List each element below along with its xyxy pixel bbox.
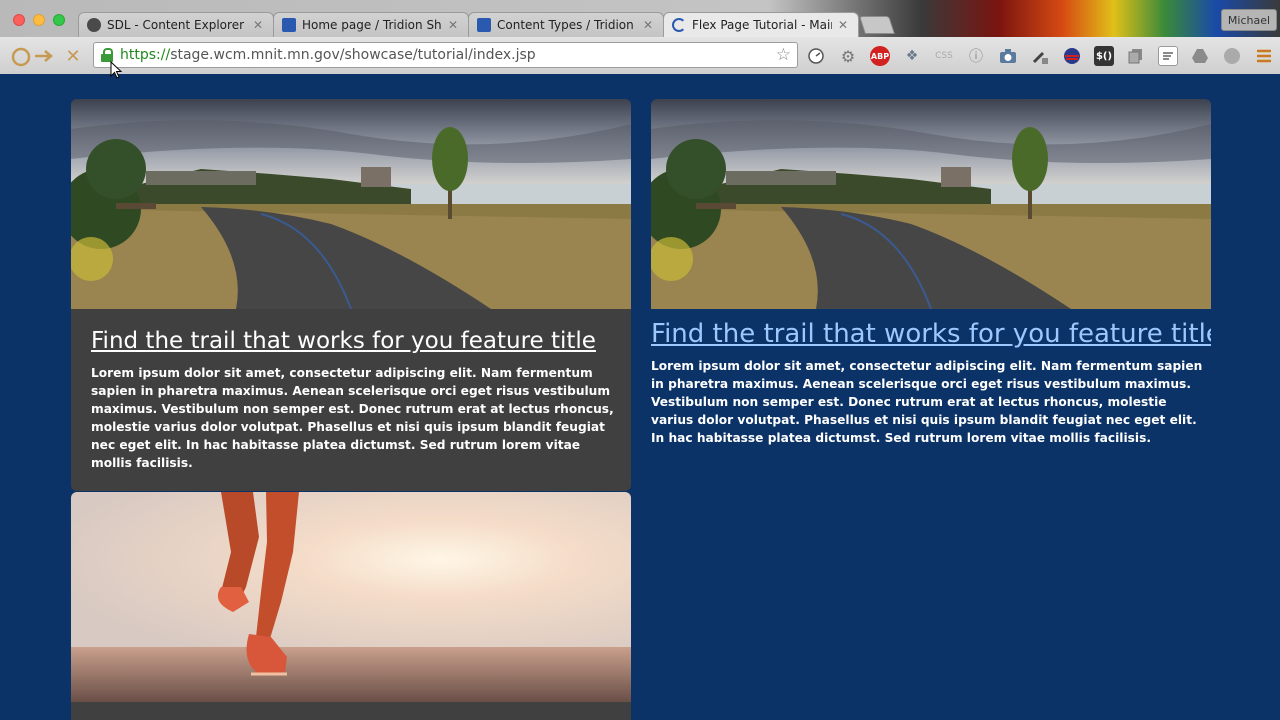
info-icon[interactable]: ⓘ: [966, 46, 986, 66]
adblock-plus-icon[interactable]: ABP: [870, 46, 890, 66]
copy-pages-icon[interactable]: [1126, 46, 1146, 66]
tab-label: SDL - Content Explorer: [107, 18, 245, 32]
feature-title-link[interactable]: Find the trail that works for you featur…: [91, 328, 621, 354]
lakeside-trail-image: [71, 99, 631, 309]
bookmark-star-icon[interactable]: ☆: [776, 45, 791, 65]
drive-icon[interactable]: [1190, 46, 1210, 66]
close-icon: ✕: [65, 45, 81, 67]
tab-flex-page-tutorial[interactable]: Flex Page Tutorial - Main / Tridion ✕: [663, 12, 859, 37]
feature-title-link[interactable]: Find the trail that works for you featur…: [651, 319, 1211, 349]
feature-card: Find the trail that works for you featur…: [71, 99, 631, 491]
loading-spinner-icon: [672, 18, 686, 32]
tab-sdl-content-explorer[interactable]: SDL - Content Explorer ✕: [78, 12, 274, 37]
feature-description: Lorem ipsum dolor sit amet, consectetur …: [651, 359, 1203, 445]
new-tab-button[interactable]: [859, 16, 895, 34]
close-tab-icon[interactable]: ✕: [446, 18, 460, 32]
close-tab-icon[interactable]: ✕: [641, 18, 655, 32]
extension-speedometer-icon[interactable]: [806, 46, 826, 66]
feature-card: Find the trail that works for you featur…: [651, 99, 1211, 459]
address-bar[interactable]: https://stage.wcm.mnit.mn.gov/showcase/t…: [93, 42, 798, 68]
extension-gear-icon[interactable]: ⚙: [838, 46, 858, 66]
tab-label: Home page / Tridion Showcase: [302, 18, 442, 32]
close-tab-icon[interactable]: ✕: [836, 18, 850, 32]
mouse-cursor-icon: [110, 61, 122, 79]
look-it-up-icon[interactable]: [1158, 46, 1178, 66]
extension-puzzle-icon[interactable]: ❖: [902, 46, 922, 66]
forward-arrow-icon: [35, 50, 53, 62]
tab-label: Content Types / Tridion Showcase: [497, 18, 637, 32]
runner-sunrise-image: [71, 492, 631, 702]
hamburger-menu-icon[interactable]: [1254, 46, 1274, 66]
sdl-favicon-icon: [87, 18, 101, 32]
lock-icon: [100, 48, 114, 62]
profile-button[interactable]: Michael: [1221, 9, 1277, 31]
feature-card: [71, 492, 631, 720]
lakeside-trail-image: [651, 99, 1211, 309]
tab-strip: SDL - Content Explorer ✕ Home page / Tri…: [0, 0, 1280, 37]
tab-content-types[interactable]: Content Types / Tridion Showcase ✕: [468, 12, 664, 37]
browser-toolbar: ✕ https://stage.wcm.mnit.mn.gov/showcase…: [0, 37, 1280, 74]
screenshot-camera-icon[interactable]: [998, 46, 1018, 66]
extension-badge-icon[interactable]: [1222, 46, 1242, 66]
tridion-favicon-icon: [282, 18, 296, 32]
color-picker-icon[interactable]: [1030, 46, 1050, 66]
css-viewer-icon[interactable]: CSS: [934, 46, 954, 66]
feature-description: Lorem ipsum dolor sit amet, consectetur …: [91, 366, 614, 470]
close-window-button[interactable]: [13, 14, 25, 26]
back-button[interactable]: [10, 45, 32, 67]
tridion-favicon-icon: [477, 18, 491, 32]
minimize-window-button[interactable]: [33, 14, 45, 26]
flag-extension-icon[interactable]: [1062, 46, 1082, 66]
url-text: https://stage.wcm.mnit.mn.gov/showcase/t…: [120, 47, 536, 63]
forward-button[interactable]: [33, 45, 55, 67]
browser-chrome: SDL - Content Explorer ✕ Home page / Tri…: [0, 0, 1280, 74]
tab-home-page[interactable]: Home page / Tridion Showcase ✕: [273, 12, 469, 37]
zoom-window-button[interactable]: [53, 14, 65, 26]
back-arrow-icon: [11, 47, 31, 67]
jquery-selector-icon[interactable]: $(): [1094, 46, 1114, 66]
tab-label: Flex Page Tutorial - Main / Tridion: [692, 18, 832, 32]
stop-loading-button[interactable]: ✕: [62, 45, 84, 67]
close-tab-icon[interactable]: ✕: [251, 18, 265, 32]
